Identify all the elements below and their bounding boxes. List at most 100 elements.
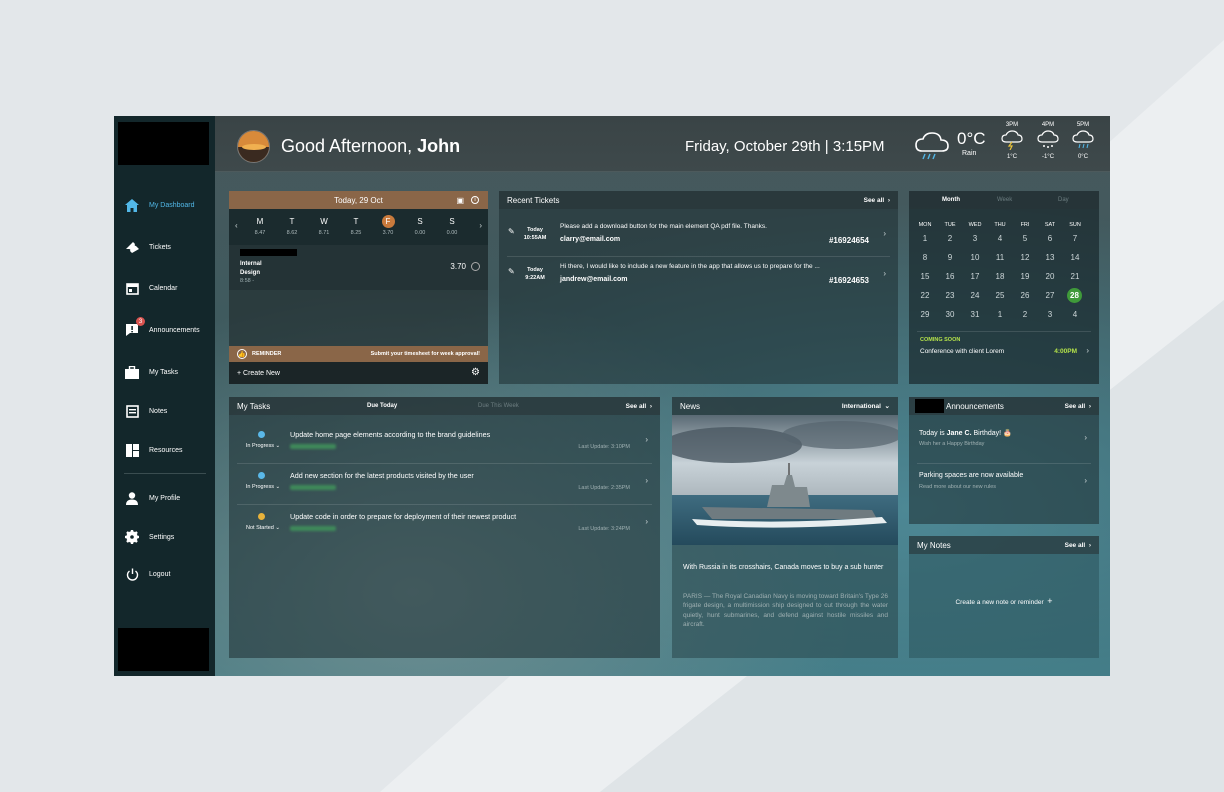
day-column[interactable]: S 0.00 [409,215,431,238]
day-column[interactable]: W 8.71 [313,215,335,238]
day-column[interactable]: T 8.62 [281,215,303,238]
chevron-right-icon[interactable]: › [645,435,648,444]
create-new-button[interactable]: + Create New [237,370,280,377]
calendar-day[interactable]: 3 [965,231,985,246]
calendar-day[interactable]: 1 [915,231,935,246]
chevron-right-icon[interactable]: › [645,517,648,526]
announcement-item[interactable]: Parking spaces are now available Read mo… [909,465,1099,505]
calendar-day[interactable]: 8 [915,250,935,265]
calendar-day[interactable]: 4 [990,231,1010,246]
sidebar-item-my-tasks[interactable]: My Tasks [114,360,215,384]
calendar-day[interactable]: 31 [965,307,985,322]
calendar-day[interactable]: 6 [1040,231,1060,246]
sidebar-item-calendar[interactable]: Calendar [114,276,215,300]
timer-icon[interactable] [471,262,480,271]
calendar-day[interactable]: 26 [1015,288,1035,303]
calendar-day[interactable]: 18 [990,269,1010,284]
chevron-right-icon[interactable]: › [883,229,886,238]
calendar-day[interactable]: 27 [1040,288,1060,303]
chevron-right-icon[interactable]: › [1084,433,1087,442]
calendar-day[interactable]: 28 [1067,288,1082,303]
see-all-link[interactable]: See all › [626,403,652,410]
announcement-item[interactable]: Today is Jane C. Birthday! 🎂 Wish her a … [909,421,1099,461]
chevron-right-icon[interactable]: › [645,476,648,485]
calendar-day[interactable]: 1 [990,307,1010,322]
chevron-left-icon[interactable]: ‹ [235,221,238,230]
calendar-day[interactable]: 3 [1040,307,1060,322]
calendar-day[interactable]: 12 [1015,250,1035,265]
sidebar-item-resources[interactable]: Resources [114,438,215,462]
calendar-day[interactable]: 5 [1015,231,1035,246]
ticket-row[interactable]: ✎ Today 10:55AM Please add a download butto… [499,217,898,255]
status-dropdown[interactable]: Not Started ⌄ [240,525,286,531]
timesheet-entry[interactable]: Internal Design 8:58 - 3.70 [229,245,488,290]
calendar-day[interactable]: 7 [1065,231,1085,246]
calendar-day[interactable]: 20 [1040,269,1060,284]
notification-badge: 3 [136,317,145,326]
tab-due-this-week[interactable]: Due This Week [478,403,519,409]
header-bar: Good Afternoon, John Friday, October 29t… [215,116,1110,172]
create-note-button[interactable]: Create a new note or reminder + [909,596,1099,606]
see-all-link[interactable]: See all › [864,197,890,204]
current-temp: 0°C [957,129,986,148]
calendar-small-icon[interactable]: ▣ [456,196,464,205]
task-row[interactable]: In Progress ⌄ Add new section for the lat… [229,466,660,504]
tab-day[interactable]: Day [1058,197,1069,203]
calendar-day[interactable]: 19 [1015,269,1035,284]
sidebar-item-announcements[interactable]: 3 Announcements [114,317,215,342]
sidebar-item-settings[interactable]: Settings [114,525,215,549]
region-dropdown[interactable]: International ⌄ [842,402,890,410]
calendar-day[interactable]: 4 [1065,307,1085,322]
sidebar-item-dashboard[interactable]: My Dashboard [114,193,215,217]
see-all-link[interactable]: See all › [1065,403,1091,410]
calendar-day[interactable]: 2 [1015,307,1035,322]
calendar-day[interactable]: 10 [965,250,985,265]
calendar-day[interactable]: 16 [940,269,960,284]
calendar-day[interactable]: 30 [940,307,960,322]
tab-due-today[interactable]: Due Today [367,403,397,409]
status-dropdown[interactable]: In Progress ⌄ [240,443,286,449]
sidebar-item-notes[interactable]: Notes [114,399,215,423]
tab-week[interactable]: Week [997,197,1012,203]
chevron-right-icon[interactable]: › [1086,346,1089,355]
avatar[interactable] [237,130,270,163]
gear-icon[interactable]: ⚙ [471,367,480,378]
calendar-day[interactable]: 25 [990,288,1010,303]
info-icon[interactable]: i [471,196,479,204]
day-column[interactable]: M 8.47 [249,215,271,238]
tab-month[interactable]: Month [942,197,960,203]
calendar-day[interactable]: 21 [1065,269,1085,284]
day-column[interactable]: T 8.25 [345,215,367,238]
calendar-day[interactable]: 22 [915,288,935,303]
sidebar-item-logout[interactable]: Logout [114,562,215,586]
calendar-day[interactable]: 24 [965,288,985,303]
news-headline[interactable]: With Russia in its crosshairs, Canada mo… [683,563,888,573]
task-row[interactable]: In Progress ⌄ Update home page elements a… [229,425,660,463]
day-letter: F [381,215,395,228]
day-column[interactable]: S 0.00 [441,215,463,238]
calendar-day[interactable]: 9 [940,250,960,265]
sidebar-item-tickets[interactable]: Tickets [114,235,215,259]
calendar-day[interactable]: 29 [915,307,935,322]
calendar-day[interactable]: 11 [990,250,1010,265]
calendar-day[interactable]: 23 [940,288,960,303]
chevron-right-icon[interactable]: › [883,269,886,278]
calendar-day[interactable]: 14 [1065,250,1085,265]
status-dropdown[interactable]: In Progress ⌄ [240,484,286,490]
chevron-right-icon[interactable]: › [1084,476,1087,485]
see-all-link[interactable]: See all › [1065,542,1091,549]
calendar-day[interactable]: 15 [915,269,935,284]
ticket-icon [124,239,140,255]
chevron-right-icon[interactable]: › [479,221,482,230]
task-row[interactable]: Not Started ⌄ Update code in order to pre… [229,507,660,545]
calendar-day[interactable]: 2 [940,231,960,246]
calendar-day[interactable]: 17 [965,269,985,284]
news-image[interactable] [672,415,898,545]
reminder-bar[interactable]: 👍 REMINDER Submit your timesheet for wee… [229,346,488,362]
ticket-id: #16924653 [828,276,869,285]
sidebar-item-my-profile[interactable]: My Profile [114,486,215,510]
event-title[interactable]: Conference with client Lorem [920,348,1004,355]
day-column[interactable]: F 3.70 [377,215,399,238]
calendar-day[interactable]: 13 [1040,250,1060,265]
ticket-row[interactable]: ✎ Today 9:22AM Hi there, I would like to in… [499,257,898,295]
